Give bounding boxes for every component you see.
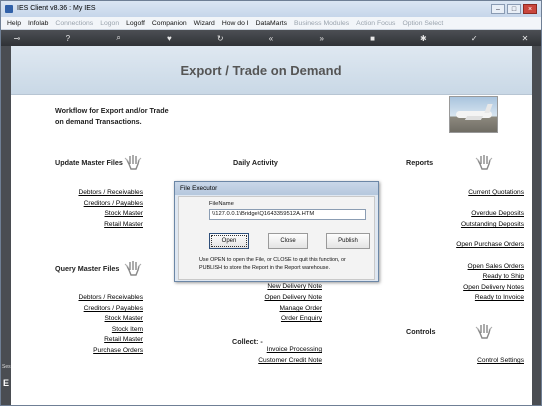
update-creditors-link[interactable]: Creditors / Payables (84, 200, 143, 207)
close-window-button[interactable]: × (523, 4, 537, 14)
menu-item-datamarts[interactable]: DataMarts (256, 20, 287, 27)
refresh-icon[interactable]: ↻ (214, 34, 226, 43)
side-icon: E (3, 378, 10, 388)
customer-credit-note-link[interactable]: Customer Credit Note (258, 357, 322, 364)
stop-icon[interactable]: ■ (367, 34, 379, 43)
query-stock-item-link[interactable]: Stock Item (112, 326, 143, 333)
open-delivery-note-link[interactable]: Open Delivery Note (264, 294, 322, 301)
hand-pointer-icon (475, 155, 493, 170)
manage-order-link[interactable]: Manage Order (279, 305, 322, 312)
open-purchase-orders-link[interactable]: Open Purchase Orders (456, 241, 524, 248)
controls-title: Controls (406, 327, 436, 336)
update-retail-master-link[interactable]: Retail Master (104, 221, 143, 228)
query-debtors-link[interactable]: Debtors / Receivables (78, 294, 143, 301)
rewind-icon[interactable]: « (265, 34, 277, 43)
dialog-body: FileName \\127.0.0.1\Bridge\Q1643359512A… (178, 196, 375, 280)
collect-label: Collect: - (232, 337, 263, 346)
help-icon[interactable]: ? (62, 34, 74, 43)
outstanding-deposits-link[interactable]: Outstanding Deposits (461, 221, 524, 228)
open-sales-orders-link[interactable]: Open Sales Orders (468, 263, 524, 270)
menu-bar: Help Infolab Connections Logon Logoff Compani… (1, 17, 541, 30)
dialog-help-text: Use OPEN to open the File, or CLOSE to q… (199, 257, 346, 271)
app-window: IES Client v8.36 : My IES – □ × Help Info… (0, 0, 542, 406)
query-stock-master-link[interactable]: Stock Master (105, 315, 143, 322)
control-settings-link[interactable]: Control Settings (477, 357, 524, 364)
update-stock-master-link[interactable]: Stock Master (105, 210, 143, 217)
airplane-image (449, 96, 498, 133)
open-delivery-notes-link[interactable]: Open Delivery Notes (463, 284, 524, 291)
title-bar: IES Client v8.36 : My IES – □ × (1, 1, 541, 17)
query-master-title: Query Master Files (55, 264, 120, 273)
menu-item-connections: Connections (55, 19, 94, 27)
page-header: Export / Trade on Demand (11, 46, 532, 95)
open-button[interactable]: Open (209, 233, 249, 249)
close-icon[interactable]: ✕ (519, 34, 531, 43)
order-enquiry-link[interactable]: Order Enquiry (281, 315, 322, 322)
left-side-panel: Ses E (1, 46, 11, 405)
close-button[interactable]: Close (268, 233, 308, 249)
fast-forward-icon[interactable]: » (316, 34, 328, 43)
menu-item-companion[interactable]: Companion (152, 20, 187, 27)
update-master-title: Update Master Files (55, 158, 123, 167)
maximize-button[interactable]: □ (507, 4, 521, 14)
current-quotations-link[interactable]: Current Quotations (468, 189, 524, 196)
heart-icon[interactable]: ♥ (163, 34, 175, 43)
search-icon[interactable]: ⌕ (113, 33, 125, 43)
menu-item-action-focus: Action Focus (356, 19, 396, 27)
page-intro: Workflow for Export and/or Trade on dema… (55, 105, 169, 127)
invoice-processing-link[interactable]: Invoice Processing (267, 346, 322, 353)
menu-item-logon: Logon (100, 19, 120, 27)
side-label: Ses (2, 364, 11, 370)
key-icon[interactable]: ⊸ (11, 34, 23, 43)
ready-to-ship-link[interactable]: Ready to Ship (483, 273, 524, 280)
new-delivery-note-link[interactable]: New Delivery Note (267, 283, 322, 290)
page-title: Export / Trade on Demand (180, 63, 342, 78)
daily-activity-title: Daily Activity (233, 158, 278, 167)
hand-pointer-icon (124, 155, 142, 170)
menu-item-option-select: Option Select (402, 19, 444, 27)
intro-line-2: on demand Transactions. (55, 117, 142, 126)
menu-item-wizard[interactable]: Wizard (194, 20, 215, 27)
overdue-deposits-link[interactable]: Overdue Deposits (471, 210, 524, 217)
publish-button[interactable]: Publish (326, 233, 370, 249)
hand-pointer-icon (124, 261, 142, 276)
right-side-panel (532, 46, 541, 405)
settings-icon[interactable]: ✱ (417, 34, 429, 43)
menu-item-help[interactable]: Help (7, 20, 21, 27)
filename-input[interactable]: \\127.0.0.1\Bridge\Q1643359512A.HTM (209, 209, 366, 220)
menu-item-how-do-i[interactable]: How do I (222, 20, 249, 27)
reports-title: Reports (406, 158, 434, 167)
minimize-button[interactable]: – (491, 4, 505, 14)
menu-item-business-modules: Business Modules (294, 19, 350, 27)
window-title: IES Client v8.36 : My IES (17, 5, 96, 12)
menu-item-infolab[interactable]: Infolab (28, 20, 48, 27)
intro-line-1: Workflow for Export and/or Trade (55, 106, 169, 115)
file-executor-dialog: File Executor FileName \\127.0.0.1\Bridg… (174, 181, 379, 282)
query-purchase-orders-link[interactable]: Purchase Orders (93, 347, 143, 354)
toolbar: ⊸? ⌕ ♥ ↻ « » ■ ✱ ✓ ✕ (1, 30, 541, 46)
check-icon[interactable]: ✓ (468, 34, 480, 43)
ready-to-invoice-link[interactable]: Ready to Invoice (475, 294, 524, 301)
window-controls: – □ × (491, 4, 537, 14)
filename-label: FileName (209, 201, 234, 207)
app-icon (5, 5, 13, 13)
query-retail-master-link[interactable]: Retail Master (104, 336, 143, 343)
hand-pointer-icon (475, 324, 493, 339)
dialog-title: File Executor (175, 182, 378, 195)
menu-item-logoff[interactable]: Logoff (126, 20, 145, 27)
update-debtors-link[interactable]: Debtors / Receivables (78, 189, 143, 196)
query-creditors-link[interactable]: Creditors / Payables (84, 305, 143, 312)
